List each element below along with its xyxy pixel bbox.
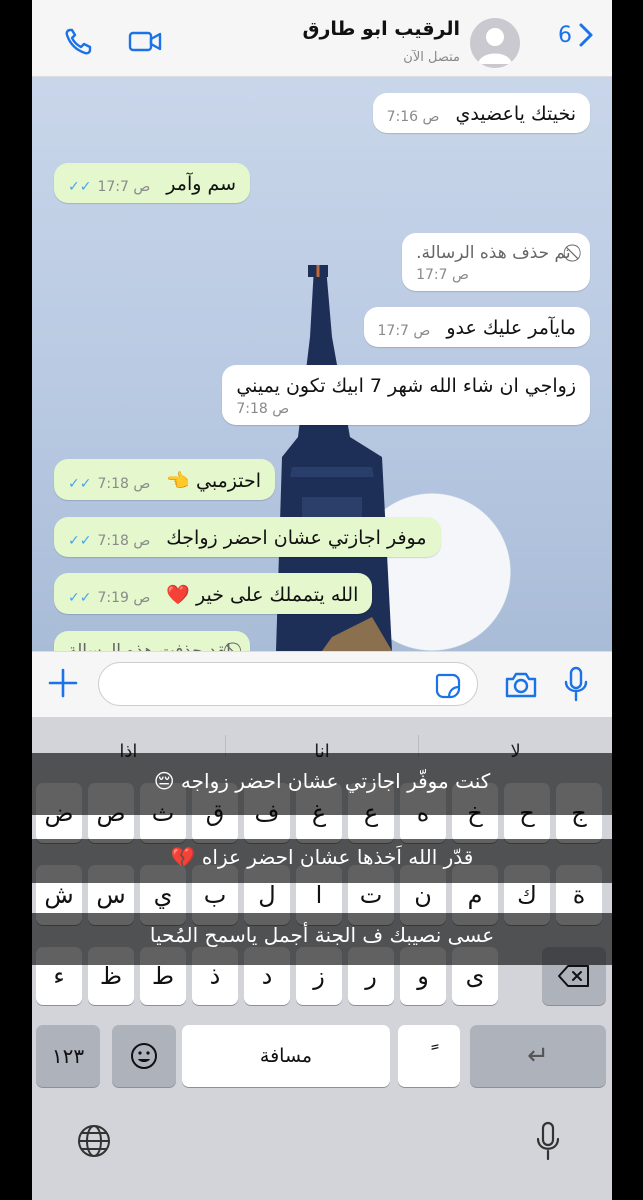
message-time: 7:18 ص <box>236 401 290 417</box>
message-bubble[interactable]: مايآمر عليك عدو 17:7 ص <box>363 307 590 347</box>
message-input-bar <box>32 651 612 718</box>
message-text: مايآمر عليك عدو <box>446 317 576 339</box>
camera-icon[interactable] <box>504 670 538 700</box>
back-button[interactable]: 6 <box>558 22 594 48</box>
message-text: زواجي ان شاء الله شهر 7 ابيك تكون يميني <box>236 375 576 397</box>
message-time: ✓✓ 7:18 ص <box>68 476 151 492</box>
space-key[interactable]: مسافة <box>182 1025 390 1087</box>
video-call-icon[interactable] <box>128 26 162 56</box>
chat-area[interactable]: نخيتك ياعضيدي 7:16 ص سم وآمر ✓✓17:7 ص ⃠ … <box>32 77 612 651</box>
plus-icon[interactable] <box>46 666 80 700</box>
deleted-message-bubble[interactable]: ⃠ لقد حذفت هذه الرسالة <box>54 631 251 651</box>
message-time: 7:16 ص <box>386 109 440 125</box>
emoji-icon <box>131 1043 157 1069</box>
keyboard: اذا انا لا ضصثقفغعهخحج شسيبلاتنمكة ءظطذد… <box>32 717 612 1200</box>
caption-text: قدّر الله اَخذها عشان احضر عزاه 💔 <box>170 845 474 869</box>
default-avatar-icon <box>478 28 512 64</box>
contact-status: متصل الآن <box>403 50 460 65</box>
message-text: تم حذف هذه الرسالة. <box>416 243 571 263</box>
message-time: 17:7 ص <box>416 267 469 283</box>
diacritic-key[interactable]: ً <box>398 1025 460 1087</box>
microphone-icon[interactable] <box>562 666 590 702</box>
message-time: ✓✓ 17:7 ص <box>68 179 151 195</box>
sticker-icon[interactable] <box>434 672 462 700</box>
message-text: موفر اجازتي عشان احضر زواجك <box>166 527 427 549</box>
unread-count: 6 <box>558 22 572 48</box>
numbers-key[interactable]: ١٢٣ <box>36 1025 100 1087</box>
message-bubble[interactable]: سم وآمر ✓✓ 17:7 ص <box>54 163 251 203</box>
phone-call-icon[interactable] <box>62 26 96 56</box>
backspace-icon <box>558 965 589 987</box>
message-bubble[interactable]: نخيتك ياعضيدي 7:16 ص <box>372 93 590 133</box>
dictation-icon[interactable] <box>534 1121 562 1161</box>
chevron-right-icon <box>579 23 593 47</box>
deleted-message-bubble[interactable]: ⃠ تم حذف هذه الرسالة. 17:7 ص <box>402 233 590 291</box>
read-ticks-icon: ✓✓ <box>68 590 97 606</box>
read-ticks-icon: ✓✓ <box>68 179 97 195</box>
message-bubble[interactable]: موفر اجازتي عشان احضر زواجك ✓✓ 7:18 ص <box>54 517 441 557</box>
return-key[interactable]: ↵ <box>470 1025 606 1087</box>
avatar[interactable] <box>470 18 520 68</box>
message-text: احتزمبي 👈 <box>166 470 261 492</box>
contact-name[interactable]: الرقيب ابو طارق <box>302 18 460 40</box>
read-ticks-icon: ✓✓ <box>68 476 97 492</box>
caption-text: عسى نصيبك ف الجنة أجمل ياسمح المُحيا <box>149 923 495 947</box>
message-bubble[interactable]: الله يتمملك على خير ❤️ ✓✓ 7:19 ص <box>54 573 373 614</box>
message-text: الله يتمملك على خير ❤️ <box>166 584 359 606</box>
message-time: ✓✓ 7:18 ص <box>68 533 151 549</box>
message-text: سم وآمر <box>166 173 237 195</box>
message-bubble[interactable]: احتزمبي 👈 ✓✓ 7:18 ص <box>54 459 275 500</box>
emoji-key[interactable] <box>112 1025 176 1087</box>
chat-header: الرقيب ابو طارق متصل الآن 6 <box>32 0 612 77</box>
message-time: 17:7 ص <box>377 323 431 339</box>
read-ticks-icon: ✓✓ <box>68 533 97 549</box>
message-text: نخيتك ياعضيدي <box>455 103 576 125</box>
message-input[interactable] <box>98 662 478 706</box>
globe-icon[interactable] <box>76 1123 112 1159</box>
message-text: لقد حذفت هذه الرسالة <box>68 641 231 651</box>
message-bubble[interactable]: زواجي ان شاء الله شهر 7 ابيك تكون يميني … <box>222 365 590 425</box>
caption-text: كنت موفّر اجازتي عشان احضر زواجه 😔 <box>153 769 491 793</box>
message-time: ✓✓ 7:19 ص <box>68 590 151 606</box>
phone-screen: الرقيب ابو طارق متصل الآن 6 نخيتك ياعضيد… <box>32 0 612 1200</box>
